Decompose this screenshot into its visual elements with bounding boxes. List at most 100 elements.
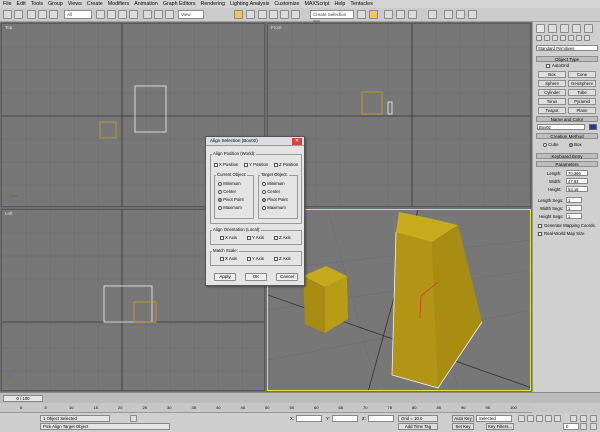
scale-icon[interactable] [165,10,174,19]
create-tab-icon[interactable] [536,24,545,33]
viewport-front[interactable]: Front [267,23,531,207]
box01-front-outline[interactable] [361,91,383,115]
zoom-all-icon[interactable] [580,415,587,422]
menu-customize[interactable]: Customize [274,1,299,7]
box01-top-outline[interactable] [99,121,117,139]
scale-z-axis-checkbox[interactable] [274,257,278,261]
menu-file[interactable]: File [3,1,12,7]
length-segs-field[interactable]: 1 [566,197,582,203]
auto-key-button[interactable]: Auto Key [452,415,474,422]
current-frame-field[interactable]: 0 [563,423,579,430]
target-maximum-radio[interactable]: Maximum [262,205,286,210]
angle-snap-icon[interactable] [269,10,278,19]
selected-dropdown[interactable]: Selected [476,415,512,422]
space-warps-icon[interactable] [576,35,582,41]
menu-animation[interactable]: Animation [134,1,158,7]
menu-help[interactable]: Help [334,1,345,7]
rectangle-selection-icon[interactable] [118,10,127,19]
target-center-radio[interactable]: Center [262,189,280,194]
time-slider-thumb[interactable]: 0 / 100 [3,395,43,402]
zoom-icon[interactable] [570,415,577,422]
scale-x-axis-checkbox[interactable] [220,257,224,261]
unlink-icon[interactable] [38,10,47,19]
cube-radio[interactable]: Cube [543,142,558,147]
named-selection-set-dropdown[interactable]: Create Selection Set [310,10,354,24]
orbit-icon[interactable] [590,423,597,430]
rendered-frame-window-icon[interactable] [456,10,465,19]
x-coord-field[interactable] [296,415,322,422]
spinner-snap-icon[interactable] [291,10,300,19]
current-maximum-radio[interactable]: Maximum [218,205,242,210]
menu-graph-editors[interactable]: Graph Editors [163,1,196,7]
viewport-left-label[interactable]: Left [5,211,13,216]
orient-x-axis-checkbox[interactable] [220,236,224,240]
menu-modifiers[interactable]: Modifiers [108,1,130,7]
rotate-icon[interactable] [154,10,163,19]
height-segs-field[interactable]: 1 [566,213,582,219]
schematic-view-icon[interactable] [408,10,417,19]
shapes-icon[interactable] [544,35,550,41]
mirror-icon[interactable] [357,10,366,19]
quick-render-icon[interactable] [468,10,477,19]
box01-perspective[interactable] [303,266,348,333]
menu-group[interactable]: Group [48,1,63,7]
real-world-map-checkbox[interactable] [538,232,542,236]
viewport-front-label[interactable]: Front [271,25,282,30]
menu-tentacles[interactable]: Tentacles [350,1,372,7]
add-time-tag-button[interactable]: Add Time Tag [398,423,438,430]
y-coord-field[interactable] [332,415,358,422]
bind-space-warp-icon[interactable] [49,10,58,19]
box01-left-outline[interactable] [133,301,157,323]
target-minimum-radio[interactable]: Minimum [262,181,285,186]
object-color-swatch[interactable] [589,124,597,130]
select-object-icon[interactable] [96,10,105,19]
curve-editor-icon[interactable] [396,10,405,19]
orient-y-axis-checkbox[interactable] [247,236,251,240]
torus-button[interactable]: Torus [538,98,566,105]
material-editor-icon[interactable] [428,10,437,19]
cameras-icon[interactable] [560,35,566,41]
cylinder-button[interactable]: Cylinder [538,89,566,96]
set-key-button[interactable]: Set Key [452,423,474,430]
box-radio[interactable]: Box [569,142,582,147]
motion-tab-icon[interactable] [572,24,581,33]
object-name-field[interactable]: Box02 [537,124,585,130]
menu-views[interactable]: Views [68,1,82,7]
previous-frame-icon[interactable] [527,415,534,422]
target-pivot-point-radio[interactable]: Pivot Point [262,197,288,202]
zoom-extents-icon[interactable] [590,415,597,422]
key-filters-button[interactable]: Key Filters... [486,423,514,430]
lights-icon[interactable] [552,35,558,41]
menu-maxscript[interactable]: MAXScript [304,1,329,7]
next-frame-icon[interactable] [545,415,552,422]
redo-icon[interactable] [14,10,23,19]
move-icon[interactable] [143,10,152,19]
name-and-color-rollout[interactable]: Name and Color [536,116,598,122]
z-coord-field[interactable] [368,415,394,422]
select-link-icon[interactable] [27,10,36,19]
menu-create[interactable]: Create [87,1,103,7]
tube-button[interactable]: Tube [568,89,596,96]
width-field[interactable]: 47.83 [566,178,588,184]
align-icon[interactable] [369,10,378,19]
percent-snap-icon[interactable] [280,10,289,19]
z-position-checkbox[interactable] [274,163,278,167]
display-tab-icon[interactable] [584,24,593,33]
cone-button[interactable]: Cone [568,71,596,78]
layer-manager-icon[interactable] [384,10,393,19]
plane-button[interactable]: Plane [568,107,596,114]
geosphere-button[interactable]: GeoSphere [568,80,596,87]
autogrid-checkbox[interactable] [546,64,550,68]
helpers-icon[interactable] [568,35,574,41]
box02-perspective[interactable] [391,212,483,389]
apply-button[interactable]: Apply [214,273,236,281]
select-manipulate-icon[interactable] [246,10,255,19]
current-pivot-point-radio[interactable]: Pivot Point [218,197,244,202]
go-to-start-icon[interactable] [518,415,525,422]
undo-icon[interactable] [3,10,12,19]
snaps-toggle-icon[interactable] [258,10,267,19]
width-segs-field[interactable]: 1 [566,205,582,211]
hierarchy-tab-icon[interactable] [560,24,569,33]
x-position-checkbox[interactable] [214,163,218,167]
parameters-rollout[interactable]: Parameters [536,161,598,167]
